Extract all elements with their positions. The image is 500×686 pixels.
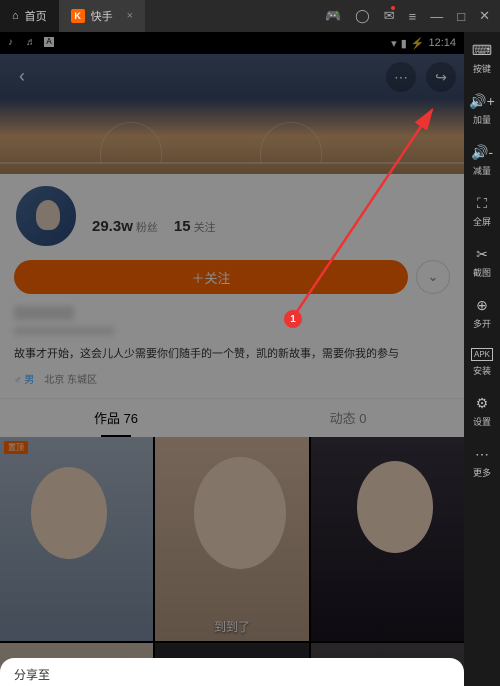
active-tab-label: 快手 [91, 8, 113, 24]
sidebar-screenshot[interactable]: ✂截图 [473, 246, 491, 279]
sidebar-multi[interactable]: ⊕多开 [473, 297, 491, 330]
gender-tag: ♂ 男 [14, 371, 34, 386]
tab-works[interactable]: 作品 76 [0, 399, 232, 437]
keyboard-icon: ⌨ [472, 42, 492, 59]
share-sheet-title: 分享至 [14, 668, 50, 682]
menu-icon[interactable]: ≡ [409, 9, 417, 24]
sidebar-volume-down[interactable]: 🔊-减量 [471, 144, 493, 177]
video-grid: 置顶 到到了 [0, 437, 464, 686]
minimize-icon[interactable]: — [430, 9, 443, 24]
avatar[interactable] [14, 184, 78, 248]
phone-screen: ♪ ♬ A ▾ ▮ ⚡ 12:14 ‹ ⋯ ↪ 29.3w 粉丝 [0, 32, 464, 686]
user-icon[interactable]: ◯ [355, 8, 370, 24]
clock: 12:14 [428, 37, 456, 49]
app-icon-1: ♪ [8, 37, 20, 49]
sidebar-more[interactable]: ⋯更多 [473, 446, 491, 479]
kuaishou-icon: K [71, 9, 85, 23]
pin-badge: 置顶 [4, 441, 28, 454]
user-bio: 故事才开始，这会儿人少需要你们随手的一个赞，凯的新故事，需要你我的参与 [14, 346, 450, 363]
home-label: 首页 [25, 8, 47, 24]
home-tab[interactable]: ⌂ 首页 [0, 0, 59, 32]
username-blurred [14, 306, 74, 320]
wifi-icon: ▾ [391, 37, 397, 50]
volume-down-icon: 🔊- [471, 144, 493, 161]
fans-stat[interactable]: 29.3w 粉丝 [92, 218, 158, 235]
charging-icon: ⚡ [411, 37, 425, 50]
emulator-sidebar: ⌨按键 🔊+加量 🔊-减量 ⛶全屏 ✂截图 ⊕多开 APK安装 ⚙设置 ⋯更多 [464, 32, 500, 686]
video-caption: 到到了 [155, 618, 308, 635]
close-tab-icon[interactable]: × [127, 10, 133, 22]
tab-moments[interactable]: 动态 0 [232, 399, 464, 437]
sidebar-fullscreen[interactable]: ⛶全屏 [473, 195, 491, 228]
back-button[interactable]: ‹ [8, 62, 36, 90]
status-bar: ♪ ♬ A ▾ ▮ ⚡ 12:14 [0, 32, 464, 54]
profile-info: 29.3w 粉丝 15 关注 ＋关注 ⌄ 故事才开始，这会儿人少需要你们随手的一… [0, 174, 464, 398]
app-icon-2: ♬ [26, 37, 38, 49]
userid-blurred [14, 326, 114, 336]
home-icon: ⌂ [12, 10, 19, 22]
sidebar-keyboard[interactable]: ⌨按键 [472, 42, 492, 75]
maximize-icon[interactable]: □ [457, 9, 465, 24]
share-sheet[interactable]: 分享至 [0, 658, 464, 686]
profile-tabs: 作品 76 动态 0 [0, 398, 464, 437]
sidebar-volume-up[interactable]: 🔊+加量 [469, 93, 495, 126]
fullscreen-icon: ⛶ [477, 195, 487, 212]
following-stat[interactable]: 15 关注 [174, 218, 216, 235]
browser-tab-bar: ⌂ 首页 K 快手 × 🎮 ◯ ✉ ≡ — □ ✕ [0, 0, 500, 32]
sidebar-install[interactable]: APK安装 [471, 348, 493, 377]
multi-icon: ⊕ [476, 297, 488, 314]
scissors-icon: ✂ [476, 246, 488, 263]
more-options-button[interactable]: ⋯ [386, 62, 416, 92]
app-icon-3: A [44, 37, 54, 47]
more-icon: ⋯ [475, 446, 489, 463]
battery-icon: ▮ [401, 37, 407, 50]
gamepad-icon[interactable]: 🎮 [325, 8, 341, 24]
location-tag: 北京 东城区 [44, 371, 97, 386]
annotation-step-1: 1 [284, 310, 302, 328]
mail-icon[interactable]: ✉ [384, 8, 395, 24]
video-thumb-1[interactable]: 置顶 [0, 437, 153, 641]
expand-button[interactable]: ⌄ [416, 260, 450, 294]
close-window-icon[interactable]: ✕ [479, 8, 490, 24]
video-thumb-2[interactable]: 到到了 [155, 437, 308, 641]
active-tab[interactable]: K 快手 × [59, 0, 145, 32]
sidebar-settings[interactable]: ⚙设置 [473, 395, 491, 428]
apk-icon: APK [471, 348, 493, 361]
share-button[interactable]: ↪ [426, 62, 456, 92]
volume-up-icon: 🔊+ [469, 93, 495, 110]
follow-button[interactable]: ＋关注 [14, 260, 408, 294]
video-thumb-3[interactable] [311, 437, 464, 641]
gear-icon: ⚙ [476, 395, 489, 412]
